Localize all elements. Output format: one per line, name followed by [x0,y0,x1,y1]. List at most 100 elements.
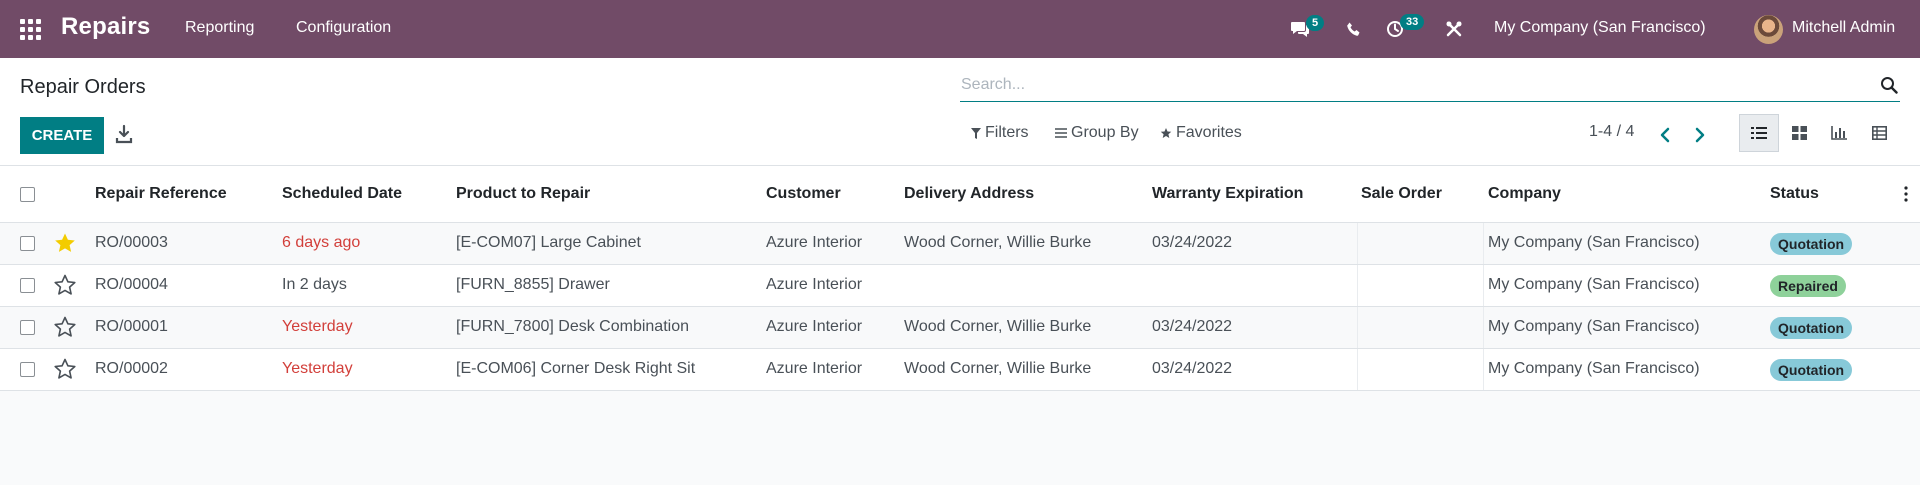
cell-company: My Company (San Francisco) [1488,360,1700,377]
star-icon[interactable] [53,357,77,381]
phone-icon [1347,22,1360,36]
search-input[interactable] [960,70,1860,100]
pager-previous[interactable] [1655,124,1675,146]
kebab-icon[interactable] [1903,186,1909,202]
repair-orders-list: Repair Reference Scheduled Date Product … [0,166,1920,391]
cell-repair-reference: RO/00004 [95,276,168,293]
menu-configuration[interactable]: Configuration [296,19,391,37]
table-row[interactable]: RO/00001 Yesterday [FURN_7800] Desk Combin… [0,307,1920,349]
table-row[interactable]: RO/00004 In 2 days [FURN_8855] Drawer Azure… [0,265,1920,307]
user-menu[interactable]: Mitchell Admin [1792,19,1895,37]
cell-scheduled-date: In 2 days [282,276,347,293]
column-header-scheduled-date[interactable]: Scheduled Date [282,185,402,203]
table-header: Repair Reference Scheduled Date Product … [0,166,1920,223]
list-view-icon [1751,127,1767,139]
status-badge: Repaired [1770,275,1846,297]
control-panel: Repair Orders CREATE Filters Group By Fa… [0,58,1920,166]
cell-warranty-expiration: 03/24/2022 [1152,318,1233,335]
column-divider [1357,265,1358,306]
cell-scheduled-date: Yesterday [282,318,353,335]
table-row[interactable]: RO/00002 Yesterday [E-COM06] Corner Desk R… [0,349,1920,391]
cell-repair-reference: RO/00003 [95,234,168,251]
create-button[interactable]: CREATE [20,117,104,154]
pager-next[interactable] [1690,124,1710,146]
download-icon[interactable] [115,124,133,144]
cell-scheduled-date: 6 days ago [282,234,361,251]
cell-product: [E-COM07] Large Cabinet [456,234,641,251]
star-icon[interactable] [53,315,77,339]
cell-product: [E-COM06] Corner Desk Right Sit [456,360,696,377]
kanban-view-button[interactable] [1779,114,1819,152]
cell-customer: Azure Interior [766,276,863,293]
chevron-right-icon [1695,127,1705,143]
favorites-button[interactable]: Favorites [1160,124,1242,142]
cell-customer: Azure Interior [766,360,863,377]
kanban-view-icon [1791,126,1807,140]
cell-repair-reference: RO/00001 [95,318,168,335]
pager-value[interactable]: 1-4 / 4 [1589,123,1634,141]
tools-button[interactable] [1445,0,1467,58]
activities-count-badge: 33 [1400,14,1425,30]
search-bar [960,70,1900,102]
menu-reporting[interactable]: Reporting [185,19,254,37]
column-header-company[interactable]: Company [1488,185,1561,203]
column-header-customer[interactable]: Customer [766,185,841,203]
group-by-label: Group By [1071,124,1139,141]
row-checkbox[interactable] [20,362,35,377]
cell-warranty-expiration: 03/24/2022 [1152,360,1233,377]
star-filled-icon[interactable] [53,231,77,255]
cell-company: My Company (San Francisco) [1488,276,1700,293]
column-header-delivery-address[interactable]: Delivery Address [904,185,1034,203]
cell-delivery-address: Wood Corner, Willie Burke [904,234,1092,251]
graph-view-icon [1831,126,1847,140]
cell-warranty-expiration: 03/24/2022 [1152,234,1233,251]
cell-customer: Azure Interior [766,234,863,251]
cell-customer: Azure Interior [766,318,863,335]
row-checkbox[interactable] [20,278,35,293]
column-divider [1483,223,1484,264]
pivot-view-button[interactable] [1859,114,1899,152]
column-header-product[interactable]: Product to Repair [456,185,590,203]
cell-delivery-address: Wood Corner, Willie Burke [904,318,1092,335]
cell-delivery-address: Wood Corner, Willie Burke [904,360,1092,377]
main-navbar: Repairs Reporting Configuration 5 33 My … [0,0,1920,58]
table-row[interactable]: RO/00003 6 days ago [E-COM07] Large Cabine… [0,223,1920,265]
list-view-button[interactable] [1739,114,1779,152]
company-switcher[interactable]: My Company (San Francisco) [1494,19,1706,37]
column-header-warranty-expiration[interactable]: Warranty Expiration [1152,185,1303,203]
phone-button[interactable] [1346,0,1366,58]
messages-count-badge: 5 [1306,15,1325,31]
group-by-icon [1055,128,1067,138]
table-body: RO/00003 6 days ago [E-COM07] Large Cabine… [0,223,1920,391]
pivot-view-icon [1871,126,1887,140]
avatar[interactable] [1754,15,1783,44]
column-divider [1483,265,1484,306]
group-by-button[interactable]: Group By [1055,124,1139,142]
filters-label: Filters [985,124,1029,141]
graph-view-button[interactable] [1819,114,1859,152]
filters-button[interactable]: Filters [971,124,1029,142]
column-divider [1357,307,1358,348]
cell-scheduled-date: Yesterday [282,360,353,377]
row-checkbox[interactable] [20,236,35,251]
search-icon[interactable] [1880,76,1898,94]
column-header-repair-reference[interactable]: Repair Reference [95,185,227,203]
row-checkbox[interactable] [20,320,35,335]
tools-icon [1446,21,1462,37]
app-brand[interactable]: Repairs [61,13,150,41]
chevron-left-icon [1660,127,1670,143]
apps-icon[interactable] [20,19,41,40]
star-icon[interactable] [53,273,77,297]
star-icon [1160,128,1172,138]
column-divider [1357,223,1358,264]
column-header-sale-order[interactable]: Sale Order [1361,185,1442,203]
select-all-checkbox[interactable] [20,187,35,202]
column-divider [1483,307,1484,348]
favorites-label: Favorites [1176,124,1242,141]
column-header-status[interactable]: Status [1770,185,1819,203]
cell-company: My Company (San Francisco) [1488,318,1700,335]
status-badge: Quotation [1770,233,1853,255]
cell-product: [FURN_8855] Drawer [456,276,610,293]
cell-repair-reference: RO/00002 [95,360,168,377]
page-title: Repair Orders [20,76,146,98]
